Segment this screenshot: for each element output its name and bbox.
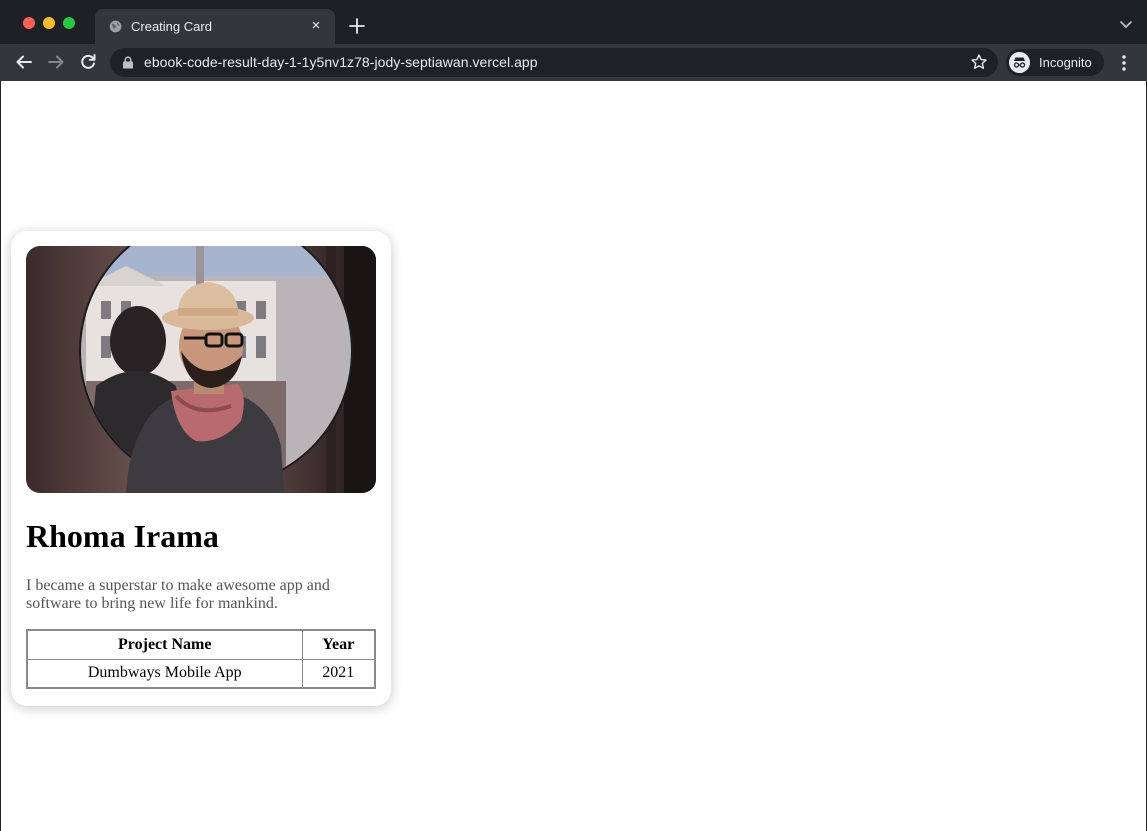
profile-bio: I became a superstar to make awesome app… [26,577,330,612]
kebab-menu-icon[interactable] [1116,53,1132,73]
star-icon[interactable] [970,53,988,71]
profile-name: Rhoma Irama [26,518,219,554]
page-viewport: Rhoma Irama I became a superstar to make… [1,81,1146,831]
close-icon[interactable]: × [307,17,325,35]
window-maximize-button[interactable] [63,17,75,29]
incognito-icon [1009,52,1030,73]
browser-tab[interactable]: Creating Card × [95,9,335,44]
profile-card: Rhoma Irama I became a superstar to make… [11,231,391,706]
projects-table: Project Name Year Dumbways Mobile App 20… [26,629,376,689]
forward-arrow-icon[interactable] [46,52,66,72]
plus-icon[interactable] [347,16,367,36]
title-bar: Creating Card × [0,0,1147,44]
incognito-label: Incognito [1039,55,1092,70]
lock-icon[interactable] [122,56,134,69]
browser-window: Creating Card × ebook-code-result-day-1-… [0,0,1147,831]
chevron-down-icon[interactable] [1119,19,1133,29]
globe-icon [109,20,122,33]
tab-title: Creating Card [131,19,212,34]
address-bar[interactable]: ebook-code-result-day-1-1y5nv1z78-jody-s… [110,48,998,77]
column-header-project-name: Project Name [26,629,303,660]
profile-photo [26,246,376,493]
project-year-cell: 2021 [301,658,376,689]
table-row: Dumbways Mobile App 2021 [26,658,376,689]
reload-icon[interactable] [78,52,98,72]
column-header-year: Year [301,629,376,660]
url-text[interactable]: ebook-code-result-day-1-1y5nv1z78-jody-s… [144,54,538,70]
browser-toolbar: ebook-code-result-day-1-1y5nv1z78-jody-s… [0,44,1147,81]
table-header-row: Project Name Year [26,629,376,660]
window-close-button[interactable] [23,17,35,29]
project-name-cell: Dumbways Mobile App [26,658,303,689]
back-arrow-icon[interactable] [14,52,34,72]
incognito-profile-button[interactable]: Incognito [1006,49,1104,76]
window-minimize-button[interactable] [43,17,55,29]
